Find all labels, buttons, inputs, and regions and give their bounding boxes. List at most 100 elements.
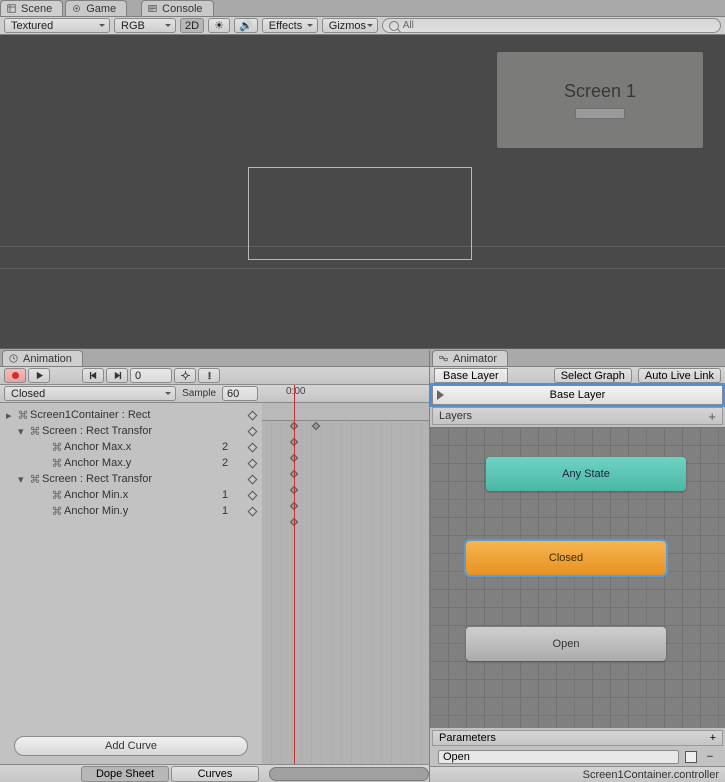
parameters-label: Parameters (439, 732, 496, 744)
property-row[interactable]: ⌘Anchor Min.y1 (0, 503, 262, 519)
curves-tab[interactable]: Curves (171, 766, 259, 782)
layers-label: Layers (439, 410, 472, 422)
next-key-icon (113, 371, 122, 380)
screen1-inner-button[interactable] (575, 108, 625, 119)
prev-key-button[interactable] (82, 368, 104, 383)
state-closed[interactable]: Closed (466, 541, 666, 575)
add-keyframe-button[interactable] (174, 368, 196, 383)
timeline-ruler[interactable]: 0:00 (262, 385, 429, 403)
keyframe[interactable] (312, 422, 320, 430)
diamond-icon (247, 474, 257, 484)
timeline-scrollbar[interactable] (269, 767, 429, 781)
next-key-button[interactable] (106, 368, 128, 383)
shading-mode-dropdown[interactable]: Textured (4, 18, 110, 33)
tab-game-label: Game (86, 3, 116, 15)
render-channel-label: RGB (121, 20, 145, 32)
dopesheet-tab[interactable]: Dope Sheet (81, 766, 169, 782)
layers-header[interactable]: Layers + (432, 407, 723, 425)
key-indicator[interactable] (246, 444, 258, 451)
animation-panel: Animation 0 Closed Sample 60 ▸⌘Screen1Co… (0, 350, 430, 782)
add-event-button[interactable] (198, 368, 220, 383)
tab-console[interactable]: Console (141, 0, 213, 16)
playhead[interactable] (294, 385, 295, 764)
audio-icon: 🔊 (239, 19, 253, 32)
tab-scene[interactable]: Scene (0, 0, 63, 16)
parameter-bool-checkbox[interactable] (685, 751, 697, 763)
expand-arrow-icon[interactable]: ▾ (18, 473, 28, 486)
animator-icon (439, 354, 450, 365)
effects-dropdown[interactable]: Effects (262, 18, 318, 33)
scene-tab-bar: Scene Game Console (0, 0, 725, 17)
play-icon (35, 371, 44, 380)
property-name: Anchor Min.y (64, 505, 220, 517)
prev-key-icon (89, 371, 98, 380)
property-value[interactable]: 1 (220, 505, 246, 517)
select-graph-button[interactable]: Select Graph (554, 368, 632, 383)
property-name: Screen : Rect Transfor (42, 425, 220, 437)
remove-parameter-button[interactable]: − (703, 751, 717, 763)
property-row[interactable]: ⌘Anchor Max.y2 (0, 455, 262, 471)
key-indicator[interactable] (246, 476, 258, 483)
scene-view[interactable]: Screen 1 (0, 35, 725, 349)
tab-game[interactable]: Game (65, 0, 127, 16)
tab-console-label: Console (162, 3, 202, 15)
property-row[interactable]: ▾⌘Screen : Rect Transfor (0, 471, 262, 487)
audio-toggle-button[interactable]: 🔊 (234, 18, 258, 33)
key-indicator[interactable] (246, 412, 258, 419)
property-row[interactable]: ▾⌘Screen : Rect Transfor (0, 423, 262, 439)
animator-toolbar: Base Layer Select Graph Auto Live Link (430, 367, 725, 385)
property-value[interactable]: 1 (220, 489, 246, 501)
record-button[interactable] (4, 368, 26, 383)
dopesheet-area[interactable]: 0:00 (262, 385, 429, 764)
gizmos-label: Gizmos (329, 20, 366, 32)
diamond-icon (247, 410, 257, 420)
animator-graph[interactable]: Any State Closed Open (430, 427, 725, 728)
property-row[interactable]: ⌘Anchor Max.x2 (0, 439, 262, 455)
base-layer-button[interactable]: Base Layer (432, 385, 723, 405)
parameters-header[interactable]: Parameters + (432, 730, 723, 746)
lighting-toggle-button[interactable]: ☀ (208, 18, 230, 33)
tab-animator[interactable]: Animator (432, 350, 508, 366)
add-layer-button[interactable]: + (708, 409, 716, 424)
gizmos-dropdown[interactable]: Gizmos (322, 18, 378, 33)
state-any[interactable]: Any State (486, 457, 686, 491)
property-icon: ⌘ (50, 457, 64, 470)
status-bar: Screen1Container.controller (430, 766, 725, 782)
play-button[interactable] (28, 368, 50, 383)
scene-search-input[interactable]: All (382, 18, 721, 33)
property-row[interactable]: ▸⌘Screen1Container : Rect (0, 407, 262, 423)
sample-field[interactable]: 60 (222, 386, 258, 401)
expand-arrow-icon[interactable]: ▸ (6, 409, 16, 422)
property-name: Anchor Min.x (64, 489, 220, 501)
screen1-panel[interactable]: Screen 1 (497, 52, 703, 148)
2d-toggle-button[interactable]: 2D (180, 18, 204, 33)
add-curve-label: Add Curve (105, 740, 157, 752)
property-icon: ⌘ (28, 425, 42, 438)
property-value[interactable]: 2 (220, 457, 246, 469)
clip-dropdown[interactable]: Closed (4, 386, 176, 401)
property-value[interactable]: 2 (220, 441, 246, 453)
breadcrumb-label: Base Layer (443, 370, 499, 382)
sun-icon: ☀ (214, 19, 224, 32)
auto-live-link-button[interactable]: Auto Live Link (638, 368, 721, 383)
parameter-row: Open − (430, 748, 725, 766)
expand-arrow-icon[interactable]: ▾ (18, 425, 28, 438)
key-indicator[interactable] (246, 508, 258, 515)
add-curve-button[interactable]: Add Curve (14, 736, 248, 756)
frame-field[interactable]: 0 (130, 368, 172, 383)
key-indicator[interactable] (246, 428, 258, 435)
state-open[interactable]: Open (466, 627, 666, 661)
shading-mode-label: Textured (11, 20, 53, 32)
key-indicator[interactable] (246, 492, 258, 499)
canvas-outline[interactable] (248, 167, 472, 260)
property-row[interactable]: ⌘Anchor Min.x1 (0, 487, 262, 503)
breadcrumb[interactable]: Base Layer (434, 368, 508, 383)
tab-animation[interactable]: Animation (2, 350, 83, 366)
property-icon: ⌘ (50, 505, 64, 518)
add-parameter-button[interactable]: + (710, 732, 716, 744)
render-channel-dropdown[interactable]: RGB (114, 18, 176, 33)
key-indicator[interactable] (246, 460, 258, 467)
search-icon (389, 21, 399, 31)
property-name: Screen : Rect Transfor (42, 473, 220, 485)
parameter-name-field[interactable]: Open (438, 750, 679, 764)
